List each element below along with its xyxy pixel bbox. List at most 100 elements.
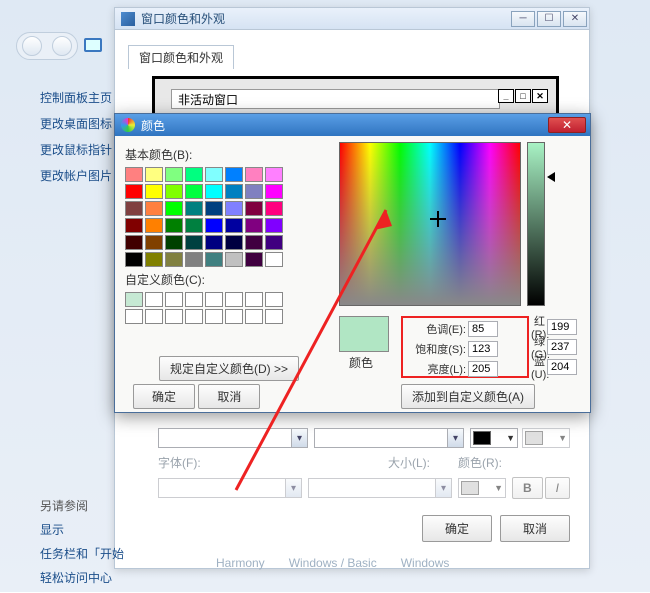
color-swatch[interactable] xyxy=(125,201,143,216)
color-swatch[interactable] xyxy=(165,167,183,182)
color-swatch[interactable] xyxy=(145,184,163,199)
color-swatch[interactable] xyxy=(205,184,223,199)
custom-swatch[interactable] xyxy=(185,292,203,307)
color-swatch[interactable] xyxy=(165,252,183,267)
color-swatch[interactable] xyxy=(225,184,243,199)
close-button[interactable]: ✕ xyxy=(548,117,586,133)
fontsize-dropdown[interactable]: ▾ xyxy=(308,478,452,498)
see-also-link[interactable]: 显示 xyxy=(40,521,124,538)
ok-button[interactable]: 确定 xyxy=(422,515,492,542)
color-swatch[interactable] xyxy=(185,252,203,267)
size1-input[interactable]: ▾ xyxy=(314,428,464,448)
nav-back-forward[interactable] xyxy=(16,32,78,60)
color-swatch[interactable] xyxy=(165,184,183,199)
custom-swatch[interactable] xyxy=(205,292,223,307)
item-dropdown[interactable]: ▾ xyxy=(158,428,308,448)
sidebar-home[interactable]: 控制面板主页 xyxy=(40,89,112,106)
red-input[interactable] xyxy=(547,319,577,335)
color-swatch[interactable] xyxy=(265,218,283,233)
custom-swatch[interactable] xyxy=(165,309,183,324)
color-swatch[interactable] xyxy=(205,252,223,267)
color-swatch[interactable] xyxy=(165,235,183,250)
custom-swatch[interactable] xyxy=(165,292,183,307)
green-input[interactable] xyxy=(547,339,577,355)
custom-swatch[interactable] xyxy=(225,292,243,307)
color-swatch[interactable] xyxy=(145,235,163,250)
color-swatch[interactable] xyxy=(225,218,243,233)
tab-appearance[interactable]: 窗口颜色和外观 xyxy=(128,45,234,69)
sidebar-link[interactable]: 更改鼠标指针 xyxy=(40,141,112,158)
luminance-slider[interactable] xyxy=(527,142,545,306)
fontcolor-button[interactable]: ▼ xyxy=(458,478,506,498)
color-swatch[interactable] xyxy=(145,252,163,267)
minimize-button[interactable]: ─ xyxy=(511,11,535,27)
hue-input[interactable] xyxy=(468,321,498,337)
color-swatch[interactable] xyxy=(205,201,223,216)
color-swatch[interactable] xyxy=(265,235,283,250)
blue-input[interactable] xyxy=(547,359,577,375)
lum-input[interactable] xyxy=(468,361,498,377)
custom-swatch[interactable] xyxy=(245,309,263,324)
color-swatch[interactable] xyxy=(185,218,203,233)
add-to-custom-button[interactable]: 添加到自定义颜色(A) xyxy=(401,384,535,409)
color-swatch[interactable] xyxy=(125,252,143,267)
color-swatch[interactable] xyxy=(225,201,243,216)
color-swatch[interactable] xyxy=(145,218,163,233)
color-swatch[interactable] xyxy=(205,235,223,250)
color-swatch[interactable] xyxy=(225,167,243,182)
hue-sat-field[interactable] xyxy=(339,142,521,306)
custom-swatch[interactable] xyxy=(225,309,243,324)
color-swatch[interactable] xyxy=(205,218,223,233)
custom-swatch[interactable] xyxy=(245,292,263,307)
color-swatch[interactable] xyxy=(245,167,263,182)
color-swatch[interactable] xyxy=(225,252,243,267)
color-swatch[interactable] xyxy=(265,201,283,216)
color-swatch[interactable] xyxy=(185,201,203,216)
color-swatch[interactable] xyxy=(145,201,163,216)
color-swatch[interactable] xyxy=(245,184,263,199)
color-swatch[interactable] xyxy=(225,235,243,250)
cancel-button[interactable]: 取消 xyxy=(198,384,260,409)
custom-swatch[interactable] xyxy=(185,309,203,324)
color-swatch[interactable] xyxy=(265,252,283,267)
cancel-button[interactable]: 取消 xyxy=(500,515,570,542)
color-swatch[interactable] xyxy=(185,167,203,182)
color1-button[interactable]: ▼ xyxy=(470,428,518,448)
color-swatch[interactable] xyxy=(265,184,283,199)
color-swatch[interactable] xyxy=(125,218,143,233)
custom-swatch[interactable] xyxy=(265,309,283,324)
define-custom-button[interactable]: 规定自定义颜色(D) >> xyxy=(159,356,299,381)
bold-button[interactable]: B xyxy=(512,477,543,499)
color-swatch[interactable] xyxy=(245,218,263,233)
sidebar-link[interactable]: 更改桌面图标 xyxy=(40,115,112,132)
color2-button[interactable]: ▼ xyxy=(522,428,570,448)
color-swatch[interactable] xyxy=(265,167,283,182)
custom-swatch[interactable] xyxy=(205,309,223,324)
custom-swatch[interactable] xyxy=(265,292,283,307)
italic-button[interactable]: I xyxy=(545,477,570,499)
custom-swatch[interactable] xyxy=(145,292,163,307)
ok-button[interactable]: 确定 xyxy=(133,384,195,409)
color-swatch[interactable] xyxy=(125,167,143,182)
color-swatch[interactable] xyxy=(165,201,183,216)
color-swatch[interactable] xyxy=(185,235,203,250)
sidebar-link[interactable]: 更改帐户图片 xyxy=(40,167,112,184)
maximize-button[interactable]: ☐ xyxy=(537,11,561,27)
close-button[interactable]: ✕ xyxy=(563,11,587,27)
color-swatch[interactable] xyxy=(125,184,143,199)
color-swatch[interactable] xyxy=(165,218,183,233)
see-also-link[interactable]: 轻松访问中心 xyxy=(40,569,124,586)
color-swatch[interactable] xyxy=(245,201,263,216)
see-also-link[interactable]: 任务栏和「开始 xyxy=(40,545,124,562)
color-swatch[interactable] xyxy=(145,167,163,182)
color-swatch[interactable] xyxy=(245,252,263,267)
custom-swatch[interactable] xyxy=(125,309,143,324)
custom-swatch[interactable] xyxy=(145,309,163,324)
font-dropdown[interactable]: ▾ xyxy=(158,478,302,498)
sat-input[interactable] xyxy=(468,341,498,357)
custom-swatch[interactable] xyxy=(125,292,143,307)
color-swatch[interactable] xyxy=(205,167,223,182)
color-swatch[interactable] xyxy=(245,235,263,250)
color-swatch[interactable] xyxy=(125,235,143,250)
color-swatch[interactable] xyxy=(185,184,203,199)
